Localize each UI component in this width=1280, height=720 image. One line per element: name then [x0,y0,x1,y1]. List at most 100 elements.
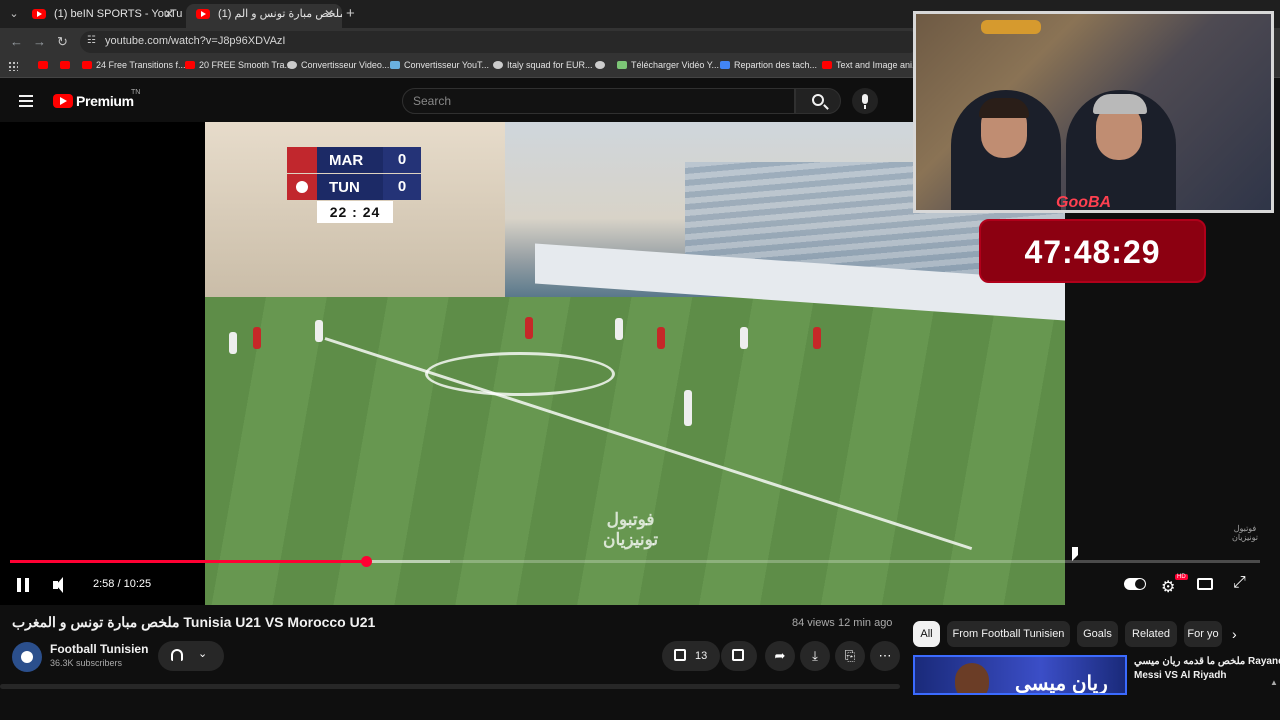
youtube-bookmark-icon [185,61,195,69]
thumbs-down-icon [732,649,744,661]
channel-name[interactable]: Football Tunisien [50,642,148,656]
save-button[interactable]: ⎘ [835,641,865,671]
hamburger-menu-icon[interactable] [19,95,33,107]
tab-search-chevron-icon[interactable]: ⌄ [6,6,22,22]
volume-icon[interactable] [53,577,71,593]
close-tab-icon[interactable]: ✕ [164,4,174,24]
youtube-bookmark-icon [60,61,70,69]
globe-icon [287,61,297,69]
youtube-bookmark-icon [82,61,92,69]
chip-goals[interactable]: Goals [1077,621,1118,647]
upload-age: 12 min ago [838,617,893,629]
dislike-button[interactable] [721,641,757,671]
footballer [315,320,323,342]
youtube-premium-logo[interactable]: Premium [76,93,134,109]
globe-icon [493,61,503,69]
address-bar[interactable]: ☷ youtube.com/watch?v=J8p96XDVAzI [80,31,920,53]
search-input[interactable] [413,93,773,109]
streamer-left-hair [979,98,1029,118]
chevron-right-icon[interactable]: › [1232,626,1237,642]
footballer [657,327,665,349]
like-button[interactable]: 13 [662,641,720,671]
bookmark-item[interactable]: Repartion des tach... [720,60,817,70]
bookmark-label: Repartion des tach... [734,60,818,70]
search-icon [812,94,824,106]
rec-title-line2: Messi VS Al Riyadh [1134,670,1227,681]
bookmark-item[interactable]: 24 Free Transitions f... [82,60,186,70]
more-actions-button[interactable]: ⋯ [870,641,900,671]
share-button[interactable]: ➦ [765,641,795,671]
scroll-up-arrow-icon[interactable]: ▲ [1270,678,1278,687]
channel-avatar[interactable] [12,642,42,672]
bookmark-item[interactable]: Convertisseur YouT... [390,60,489,70]
tab-bein-sports[interactable]: (1) beIN SPORTS - YouTube ✕ [22,4,182,28]
tab-current-video[interactable]: (1) ملخص مبارة تونس و الم... ✕ [186,4,342,28]
footballer [684,390,692,426]
played-bar [10,560,367,563]
youtube-logo-icon[interactable] [53,94,73,108]
youtube-favicon-icon [196,9,210,19]
bookmark-label: Convertisseur YouT... [404,60,490,70]
video-player[interactable]: MAR 0 TUN 0 22 : 24 فوتبول تونيزيان 2:58 … [0,122,1260,605]
hd-badge: HD [1175,574,1188,580]
close-tab-icon[interactable]: ✕ [324,4,334,24]
chip-related[interactable]: Related [1125,621,1177,647]
theater-mode-icon[interactable] [1197,578,1213,590]
recommended-video-title[interactable]: ملخص ما قدمه ريان ميسي Rayane Messi VS A… [1134,655,1280,683]
cam-tag-text: GooBA [1056,194,1112,211]
team2-name: TUN [329,179,360,196]
corner-watermark: فوتبول تونيزيان [1232,524,1258,542]
footballer [813,327,821,349]
fullscreen-icon[interactable]: ⤢ [1233,574,1246,592]
chip-all[interactable]: All [913,621,940,647]
rec-title-line1: ملخص ما قدمه ريان ميسي Rayane [1134,656,1280,667]
match-clock: 22 : 24 [317,201,393,223]
thumbnail-text: ريان ميسي [1015,673,1108,695]
bookmark-item[interactable]: Italy squad for EUR... [493,60,593,70]
bookmark-label: 20 FREE Smooth Tra... [199,60,293,70]
bookmark-label: Convertisseur Video... [301,60,390,70]
bookmark-item[interactable]: Text and Image ani... [822,60,920,70]
recommended-video-thumbnail[interactable]: ريان ميسي [913,655,1127,695]
pause-icon[interactable] [17,578,29,592]
voice-search-microphone-icon[interactable] [852,88,878,114]
tab-label: (1) beIN SPORTS - YouTube [54,8,182,20]
footballer [253,327,261,349]
docs-icon [720,61,730,69]
footballer [229,332,237,354]
scoreboard-row-team2: TUN 0 [287,174,421,200]
mouse-cursor-icon [1072,547,1078,561]
youtube-bookmark-icon [822,61,832,69]
back-arrow-icon[interactable]: ← [10,34,23,49]
bookmark-label: Text and Image ani... [836,60,920,70]
bell-icon [171,649,183,661]
description-box-edge[interactable] [0,684,900,689]
stream-timer-text: 47:48:29 [1024,234,1161,270]
search-box [402,88,795,114]
bookmark-item[interactable]: Télécharger Vidéo Y... [617,60,719,70]
settings-gear-icon[interactable]: ⚙ [1161,577,1175,597]
streamer-right-cap [1093,94,1147,114]
download-button[interactable]: ⤓ [800,641,830,671]
search-button[interactable] [795,88,841,114]
forward-arrow-icon[interactable]: → [33,34,46,49]
bookmark-label: Télécharger Vidéo Y... [631,60,720,70]
bookmark-item[interactable]: 20 FREE Smooth Tra... [185,60,292,70]
reload-icon[interactable]: ↻ [57,34,68,50]
video-title: ملخص مبارة تونس و المغرب Tunisia U21 VS … [12,614,376,630]
site-info-icon[interactable]: ☷ [87,35,96,46]
apps-grid-icon[interactable] [8,61,18,71]
youtube-favicon-icon [32,9,46,19]
new-tab-plus-icon[interactable]: + [346,5,355,22]
globe-icon [595,61,605,69]
chip-for-you[interactable]: For yo [1184,621,1222,647]
webcam-overlay: GooBA [913,11,1274,213]
view-count: 84 views [792,617,835,629]
bookmark-item[interactable]: Convertisseur Video... [287,60,389,70]
autoplay-toggle[interactable] [1124,578,1146,590]
chip-from-channel[interactable]: From Football Tunisien [947,621,1070,647]
notification-bell-button[interactable]: ⌄ [158,641,224,671]
thumbs-up-icon [674,649,686,661]
team1-name: MAR [329,152,364,169]
converter-icon [390,61,400,69]
